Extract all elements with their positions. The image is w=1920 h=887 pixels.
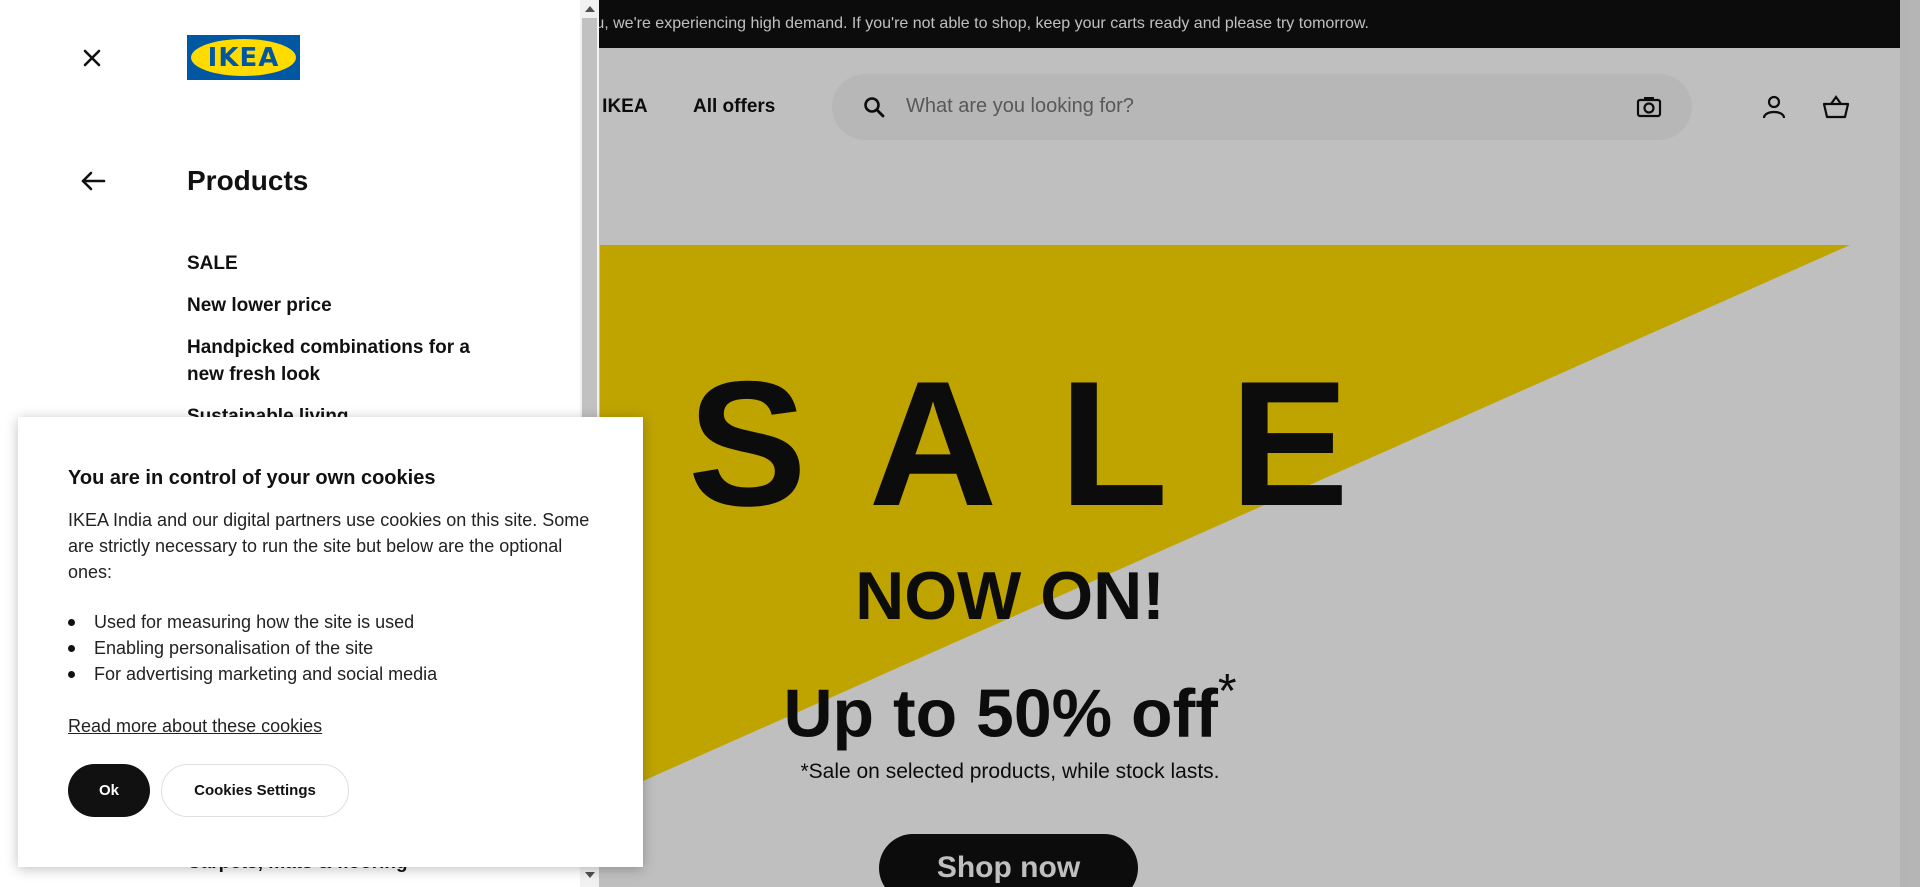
cookie-consent-dialog: You are in control of your own cookies I… [18, 417, 643, 867]
logo-text: IKEA [207, 43, 280, 73]
read-more-cookies-link[interactable]: Read more about these cookies [68, 716, 322, 737]
ikea-logo[interactable]: IKEA [187, 35, 300, 80]
list-item: For advertising marketing and social med… [68, 661, 437, 687]
list-item: Enabling personalisation of the site [68, 635, 437, 661]
scroll-down-icon[interactable] [585, 872, 595, 878]
cookie-bullet-list: Used for measuring how the site is used … [68, 609, 437, 687]
menu-item-new-lower-price[interactable]: New lower price [187, 292, 487, 319]
cookie-ok-button[interactable]: Ok [68, 764, 150, 817]
list-item: Used for measuring how the site is used [68, 609, 437, 635]
scroll-up-icon[interactable] [585, 6, 595, 12]
panel-title: Products [187, 165, 309, 196]
cookie-settings-button[interactable]: Cookies Settings [161, 764, 349, 817]
back-arrow-icon[interactable] [80, 170, 106, 197]
scrollbar-thumb[interactable] [582, 18, 597, 418]
menu-item-handpicked-combinations[interactable]: Handpicked combinations for a new fresh … [187, 334, 487, 388]
close-icon[interactable] [78, 44, 106, 72]
cookie-description: IKEA India and our digital partners use … [68, 510, 590, 582]
menu-item-sale[interactable]: SALE [187, 250, 487, 277]
cookie-title: You are in control of your own cookies [68, 467, 436, 489]
